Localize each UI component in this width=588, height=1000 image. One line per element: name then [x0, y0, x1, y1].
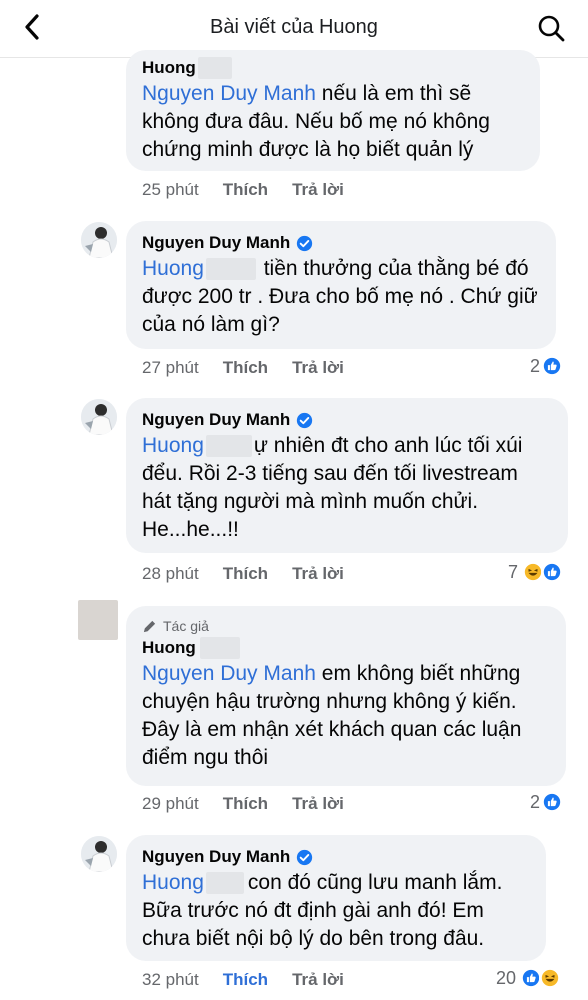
redacted-name	[205, 872, 244, 895]
avatar[interactable]	[81, 836, 117, 872]
comment-time: 29 phút	[142, 794, 199, 813]
profile-photo	[81, 222, 117, 258]
reaction-summary[interactable]: 2	[530, 355, 564, 377]
reply-button[interactable]: Trả lời	[292, 358, 344, 378]
profile-photo	[81, 836, 117, 872]
comment-time: 28 phút	[142, 564, 199, 583]
verified-badge-icon	[297, 849, 313, 865]
reply-button[interactable]: Trả lời	[292, 564, 344, 584]
comment-actions: 32 phút Thích Trả lời	[142, 970, 368, 990]
like-button[interactable]: Thích	[223, 180, 268, 200]
comment-actions: 27 phút Thích Trả lời	[142, 358, 368, 378]
mention-link[interactable]: Huong	[142, 257, 204, 280]
reaction-count: 2	[530, 791, 541, 812]
pen-icon	[143, 620, 156, 632]
redacted-name	[205, 258, 256, 281]
redacted-name	[205, 435, 252, 458]
reaction-summary[interactable]: 2	[530, 791, 564, 813]
avatar[interactable]	[81, 399, 117, 435]
redacted-name	[197, 57, 232, 79]
mention-link[interactable]: Nguyen Duy Manh	[142, 662, 316, 685]
avatar[interactable]	[81, 222, 117, 258]
comment-text: Huong con đó cũng lưu manh lắm. Bữa trước…	[142, 871, 503, 950]
comment-text: Nguyen Duy Manh nếu là em thì sẽ không đ…	[142, 82, 490, 161]
comment-bubble[interactable]: Huong Nguyen Duy Manh nếu là em thì sẽ k…	[126, 50, 540, 171]
like-reaction-icon	[541, 355, 564, 377]
avatar[interactable]	[78, 600, 118, 640]
like-button[interactable]: Thích	[223, 794, 268, 814]
haha-reaction-icon	[539, 967, 562, 989]
reaction-summary[interactable]: 20	[496, 967, 562, 989]
author-tag: Tác giả	[142, 616, 550, 636]
like-button[interactable]: Thích	[223, 564, 268, 584]
reaction-count: 2	[530, 355, 541, 376]
comment-author[interactable]: Nguyen Duy Manh	[142, 847, 290, 867]
like-button[interactable]: Thích	[223, 970, 268, 990]
redacted-name	[199, 637, 240, 659]
like-reaction-icon	[541, 791, 564, 813]
comment-actions: 25 phút Thích Trả lời	[142, 180, 368, 200]
comment-author[interactable]: Nguyen Duy Manh	[142, 410, 290, 430]
reaction-summary[interactable]: 7	[508, 561, 564, 583]
comment-text: Huong tiền thưởng của thằng bé đó được 2…	[142, 257, 538, 336]
comment-bubble[interactable]: Tác giả Huong Nguyen Duy Manh em không b…	[126, 606, 566, 786]
like-reaction-icon	[541, 561, 564, 583]
reply-button[interactable]: Trả lời	[292, 180, 344, 200]
comment-bubble[interactable]: Nguyen Duy Manh Huong con đó cũng lưu man…	[126, 835, 546, 961]
comment-bubble[interactable]: Nguyen Duy Manh Huong tiền thưởng của th…	[126, 221, 556, 349]
profile-photo	[81, 399, 117, 435]
comment-time: 32 phút	[142, 970, 199, 989]
search-icon[interactable]	[536, 13, 566, 43]
comment-bubble[interactable]: Nguyen Duy Manh Huong ự nhiên đt cho anh …	[126, 398, 568, 553]
comment-actions: 29 phút Thích Trả lời	[142, 794, 368, 814]
comment-actions: 28 phút Thích Trả lời	[142, 564, 368, 584]
reaction-count: 7	[508, 561, 519, 582]
reply-button[interactable]: Trả lời	[292, 794, 344, 814]
comment-author[interactable]: Nguyen Duy Manh	[142, 233, 290, 253]
comment-author[interactable]: Huong	[142, 58, 196, 78]
mention-link[interactable]: Huong	[142, 871, 204, 894]
like-button[interactable]: Thích	[223, 358, 268, 378]
mention-link[interactable]: Nguyen Duy Manh	[142, 82, 316, 105]
reply-button[interactable]: Trả lời	[292, 970, 344, 990]
page-title: Bài viết của Huong	[210, 16, 378, 38]
comment-time: 25 phút	[142, 180, 199, 199]
verified-badge-icon	[297, 412, 313, 428]
verified-badge-icon	[297, 235, 313, 251]
comment-author[interactable]: Huong	[142, 638, 196, 658]
reaction-count: 20	[496, 967, 517, 988]
mention-link[interactable]: Huong	[142, 434, 204, 457]
comment-text: Nguyen Duy Manh em không biết những chuy…	[142, 662, 522, 769]
comment-text: Huong ự nhiên đt cho anh lúc tối xúi đểu.…	[142, 434, 523, 541]
comment-time: 27 phút	[142, 358, 199, 377]
